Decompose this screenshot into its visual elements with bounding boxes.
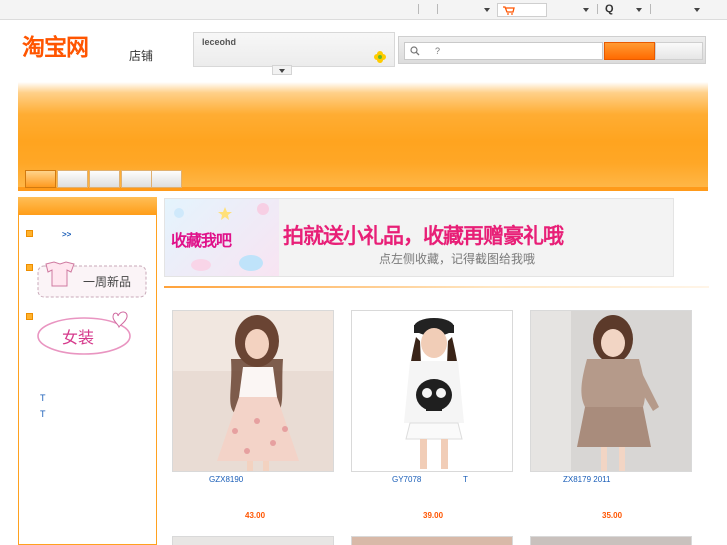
cart-button[interactable] [497, 3, 547, 17]
search-icon [410, 46, 420, 56]
product-card[interactable] [172, 536, 334, 545]
shop-menu-toggle[interactable] [272, 65, 292, 75]
product-price: 43.00 [245, 511, 266, 520]
product-code-extra[interactable]: T [463, 475, 468, 484]
topbar-divider [650, 4, 651, 14]
product-card[interactable] [530, 310, 692, 472]
nav-tab-home[interactable] [25, 170, 56, 188]
nav-tab-4[interactable] [121, 170, 152, 188]
nav-tab-2[interactable] [57, 170, 88, 188]
search-taobao-button[interactable] [604, 42, 655, 60]
chevron-down-icon[interactable] [583, 8, 589, 12]
search-bar [398, 36, 706, 64]
product-code[interactable]: GY7078 [392, 475, 421, 484]
skull-top-photo [352, 311, 512, 471]
cart-icon [503, 6, 515, 15]
logo-subtitle: 店铺 [129, 49, 154, 63]
section-divider [164, 286, 709, 288]
sidebar-more-link[interactable]: >> [62, 230, 71, 239]
sidebar-text-item[interactable]: T [40, 393, 46, 403]
product-card[interactable] [172, 310, 334, 472]
search-shop-button[interactable] [655, 42, 703, 60]
shop-name[interactable]: leceohd [202, 37, 236, 47]
favorite-badge-text: 收藏我吧 [171, 231, 232, 250]
favorite-badge: 收藏我吧 [165, 199, 279, 276]
product-code[interactable]: ZX8179 2011 [563, 475, 610, 484]
product-price: 35.00 [602, 511, 623, 520]
promo-subline: 点左侧收藏，记得截图给我哦 [379, 252, 536, 266]
chevron-down-icon [279, 69, 285, 73]
chevron-down-icon[interactable] [694, 8, 700, 12]
sidebar-header [18, 197, 157, 215]
product-card[interactable] [351, 536, 513, 545]
topbar-divider [597, 4, 598, 14]
product-card[interactable] [530, 536, 692, 545]
topbar-divider [418, 4, 419, 14]
flower-icon [374, 51, 386, 63]
logo-text: 淘宝网 [22, 35, 89, 61]
topbar-divider [437, 4, 438, 14]
search-shortcut[interactable]: Q [605, 2, 614, 16]
promo-headline: 拍就送小礼品，收藏再赠豪礼哦 [283, 224, 564, 248]
category-sidebar [18, 197, 157, 545]
product-price: 39.00 [423, 511, 444, 520]
bullet-icon [26, 230, 33, 237]
search-input[interactable] [404, 42, 603, 60]
chevron-down-icon[interactable] [484, 8, 490, 12]
womens-clothing-category[interactable]: 女装 [36, 308, 140, 356]
product-code[interactable]: GZX8190 [209, 475, 243, 484]
sidebar-text-item[interactable]: T [40, 409, 46, 419]
taobao-logo[interactable]: 淘宝网 店铺 [22, 33, 153, 63]
nav-tab-3[interactable] [89, 170, 120, 188]
top-bar: Q [0, 0, 727, 20]
new-arrivals-label: 一周新品 [83, 274, 131, 289]
chevron-down-icon[interactable] [636, 8, 642, 12]
nav-tab-5[interactable] [151, 170, 182, 188]
floral-dress-photo [173, 311, 333, 471]
new-arrivals-category[interactable]: 一周新品 [36, 260, 148, 300]
product-card[interactable] [351, 310, 513, 472]
beige-dress-photo [531, 311, 691, 471]
bullet-icon [26, 264, 33, 271]
shop-info-box: leceohd [193, 32, 395, 67]
womens-clothing-label: 女装 [62, 328, 94, 347]
promo-banner[interactable]: 收藏我吧 拍就送小礼品，收藏再赠豪礼哦 点左侧收藏，记得截图给我哦 [164, 198, 674, 277]
bullet-icon [26, 313, 33, 320]
